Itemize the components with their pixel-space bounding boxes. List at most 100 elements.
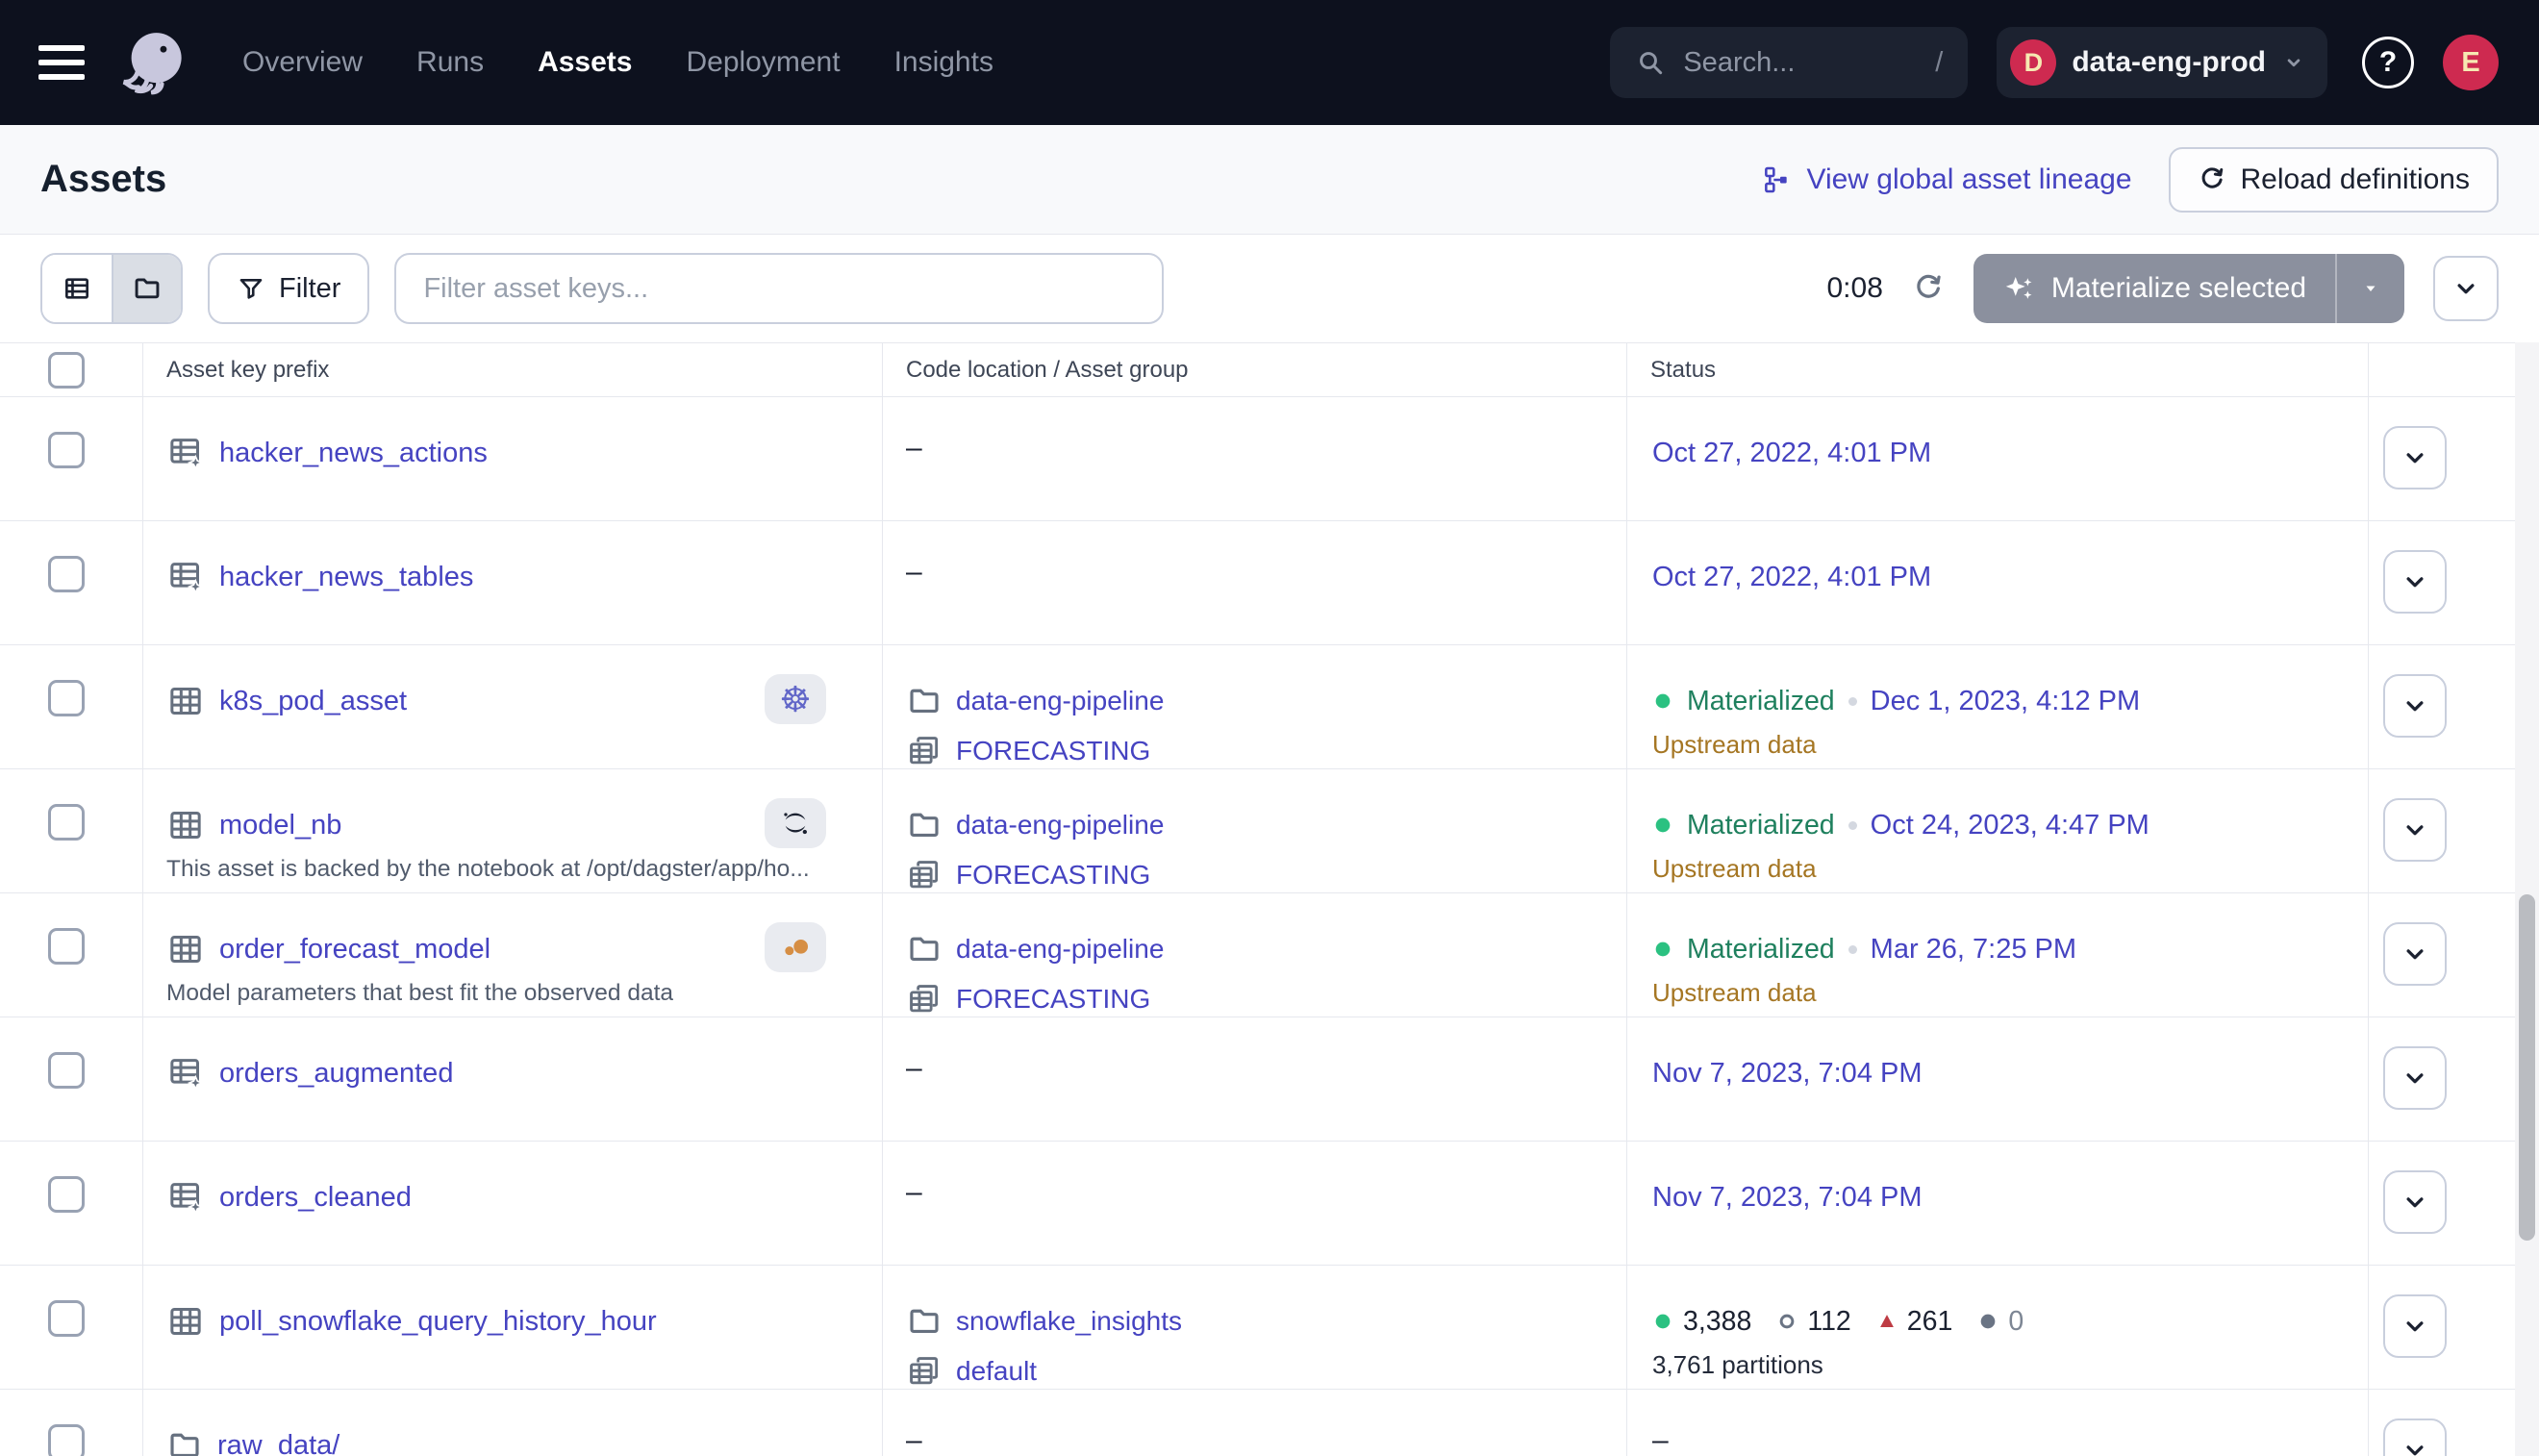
materialize-dropdown-button[interactable] — [2335, 254, 2404, 323]
asset-link[interactable]: k8s_pod_asset — [219, 686, 407, 717]
row-checkbox[interactable] — [48, 556, 85, 592]
empty-value: – — [906, 1176, 922, 1208]
assets-toolbar: Filter 0:08 Materialize selected — [0, 235, 2539, 342]
asset-group-link[interactable]: default — [956, 1356, 1037, 1387]
table-icon — [166, 930, 205, 968]
refresh-icon — [2198, 165, 2226, 194]
table-row: hacker_news_actions–Oct 27, 2022, 4:01 P… — [0, 397, 2539, 521]
row-checkbox[interactable] — [48, 1052, 85, 1089]
refresh-icon[interactable] — [1912, 272, 1945, 305]
asset-link[interactable]: hacker_news_actions — [219, 438, 488, 469]
asset-link[interactable]: raw_data/ — [217, 1430, 339, 1456]
orange-dots-badge — [765, 922, 826, 972]
code-location-link[interactable]: data-eng-pipeline — [956, 934, 1164, 965]
nav-runs[interactable]: Runs — [416, 46, 484, 79]
folder-icon — [906, 807, 943, 843]
materialization-date-link[interactable]: Oct 27, 2022, 4:01 PM — [1652, 562, 1931, 593]
row-expand-button[interactable] — [2383, 1170, 2447, 1234]
deployment-name: data-eng-prod — [2072, 46, 2266, 79]
jupyter-badge — [765, 798, 826, 848]
row-checkbox[interactable] — [48, 432, 85, 468]
row-expand-button[interactable] — [2383, 674, 2447, 738]
code-location-link[interactable]: snowflake_insights — [956, 1306, 1182, 1337]
table-icon — [166, 682, 205, 720]
asset-link[interactable]: orders_augmented — [219, 1058, 453, 1090]
row-expand-button[interactable] — [2383, 1046, 2447, 1110]
chevron-icon — [2401, 443, 2429, 472]
row-expand-button[interactable] — [2383, 1294, 2447, 1358]
more-actions-button[interactable] — [2433, 256, 2499, 321]
row-checkbox[interactable] — [48, 804, 85, 841]
dot-gray-icon — [1977, 1311, 1999, 1332]
nav-right-cluster: Search... / D data-eng-prod ? E — [1610, 27, 2499, 98]
filter-button[interactable]: Filter — [208, 253, 369, 324]
row-checkbox[interactable] — [48, 928, 85, 965]
group-icon — [906, 981, 943, 1017]
view-global-asset-lineage-link[interactable]: View global asset lineage — [1761, 163, 2131, 196]
materialization-date-link[interactable]: Nov 7, 2023, 7:04 PM — [1652, 1182, 1923, 1214]
table-view-icon — [62, 273, 92, 304]
separator-dot-icon — [1848, 821, 1857, 830]
asset-link[interactable]: order_forecast_model — [219, 934, 490, 966]
row-expand-button[interactable] — [2383, 1418, 2447, 1456]
row-expand-button[interactable] — [2383, 798, 2447, 862]
primary-nav: Overview Runs Assets Deployment Insights — [242, 46, 993, 79]
nav-assets[interactable]: Assets — [538, 46, 632, 79]
scrollbar-thumb[interactable] — [2519, 894, 2535, 1241]
dagster-logo-icon[interactable] — [117, 25, 192, 100]
nav-insights[interactable]: Insights — [894, 46, 993, 79]
group-icon — [906, 1353, 943, 1390]
asset-group-link[interactable]: FORECASTING — [956, 736, 1150, 766]
table-body: hacker_news_actions – Oct 27, 2022, 4:01 P… — [0, 397, 2539, 1456]
menu-icon[interactable] — [38, 45, 85, 80]
chevron-icon — [2401, 567, 2429, 596]
flat-view-button[interactable] — [42, 255, 112, 322]
materialization-date-link[interactable]: Oct 27, 2022, 4:01 PM — [1652, 438, 1931, 469]
search-input[interactable]: Search... / — [1610, 27, 1968, 98]
reload-definitions-button[interactable]: Reload definitions — [2169, 147, 2500, 213]
partition-count-value: 0 — [2008, 1306, 2024, 1338]
dot-green-icon — [1652, 939, 1673, 960]
folder-icon — [906, 1303, 943, 1340]
asset-group-link[interactable]: FORECASTING — [956, 984, 1150, 1015]
triangle-red-icon — [1876, 1311, 1898, 1332]
table-row: raw_data/–– — [0, 1390, 2539, 1456]
chevron-icon — [2401, 1064, 2429, 1092]
asset-link[interactable]: poll_snowflake_query_history_hour — [219, 1306, 657, 1338]
filter-asset-keys-input[interactable] — [394, 253, 1164, 324]
folder-icon — [906, 931, 943, 967]
row-checkbox[interactable] — [48, 1424, 85, 1456]
nav-deployment[interactable]: Deployment — [686, 46, 840, 79]
table-sparkle-icon — [166, 1054, 205, 1092]
assets-page: Overview Runs Assets Deployment Insights… — [0, 0, 2539, 1456]
materialization-date-link[interactable]: Oct 24, 2023, 4:47 PM — [1871, 810, 2149, 841]
select-all-checkbox[interactable] — [48, 352, 85, 389]
row-checkbox[interactable] — [48, 1176, 85, 1213]
asset-link[interactable]: model_nb — [219, 810, 341, 841]
code-location-link[interactable]: data-eng-pipeline — [956, 686, 1164, 716]
folder-view-button[interactable] — [112, 255, 181, 322]
user-avatar[interactable]: E — [2443, 35, 2499, 90]
table-sparkle-icon — [166, 1178, 205, 1217]
materialize-selected-button[interactable]: Materialize selected — [1973, 254, 2404, 323]
asset-link[interactable]: orders_cleaned — [219, 1182, 412, 1214]
deployment-switcher[interactable]: D data-eng-prod — [1997, 27, 2327, 98]
help-button[interactable]: ? — [2362, 37, 2414, 88]
row-expand-button[interactable] — [2383, 426, 2447, 490]
row-checkbox[interactable] — [48, 680, 85, 716]
table-row: poll_snowflake_query_history_hour snowfla… — [0, 1266, 2539, 1390]
sparkles-icon — [2002, 272, 2035, 305]
asset-group-link[interactable]: FORECASTING — [956, 860, 1150, 891]
nav-overview[interactable]: Overview — [242, 46, 363, 79]
materialization-date-link[interactable]: Dec 1, 2023, 4:12 PM — [1871, 686, 2141, 717]
funnel-icon — [237, 274, 265, 303]
materialization-date-link[interactable]: Nov 7, 2023, 7:04 PM — [1652, 1058, 1923, 1090]
materialization-date-link[interactable]: Mar 26, 7:25 PM — [1871, 934, 2076, 966]
asset-link[interactable]: hacker_news_tables — [219, 562, 473, 593]
row-expand-button[interactable] — [2383, 922, 2447, 986]
row-expand-button[interactable] — [2383, 550, 2447, 614]
separator-dot-icon — [1848, 945, 1857, 954]
code-location-link[interactable]: data-eng-pipeline — [956, 810, 1164, 841]
folder-view-icon — [132, 273, 163, 304]
row-checkbox[interactable] — [48, 1300, 85, 1337]
